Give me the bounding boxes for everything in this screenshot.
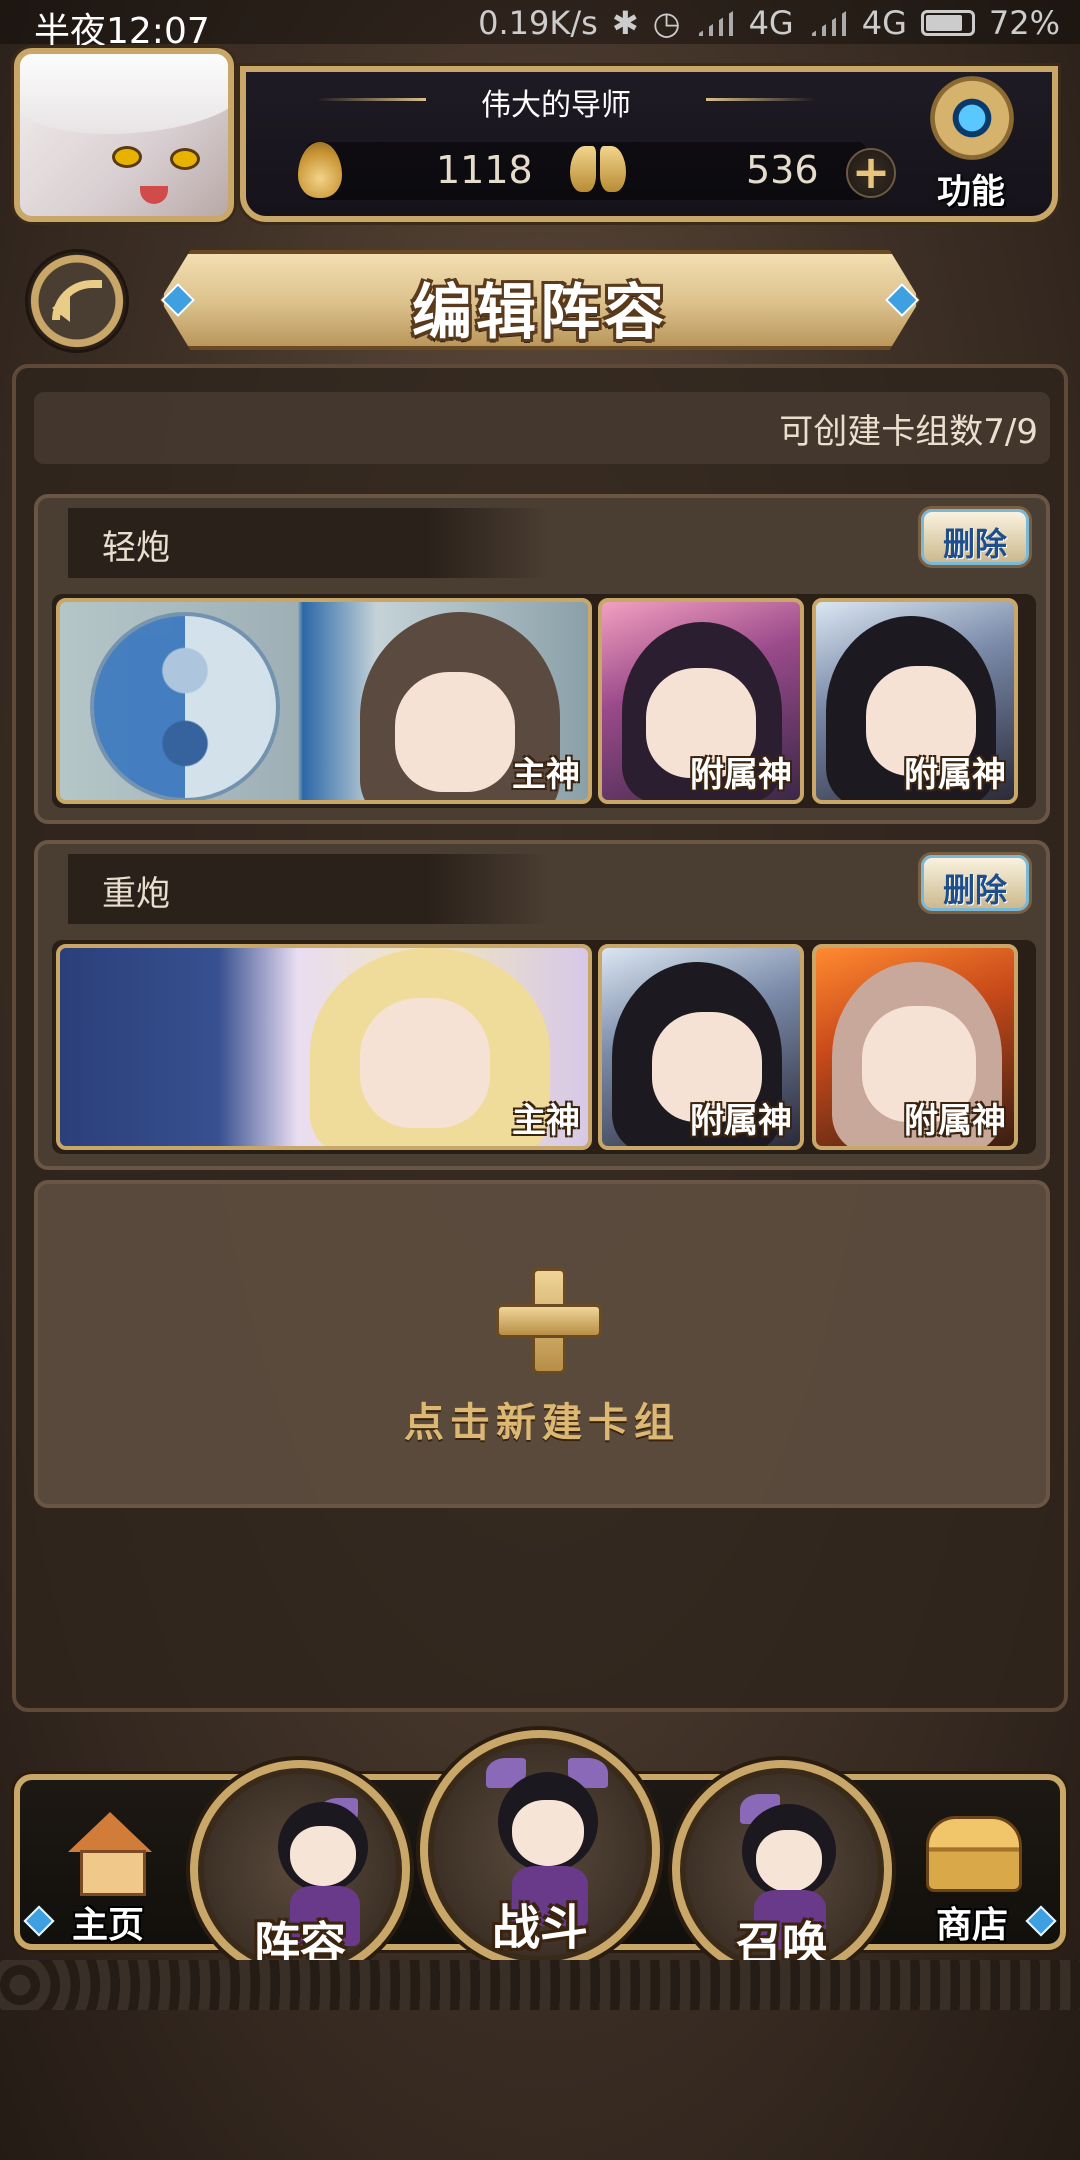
currency-1-value: 1118 xyxy=(436,148,533,192)
currency-2-value: 536 xyxy=(746,148,819,192)
sub-god-card[interactable]: 附属神 xyxy=(598,944,804,1150)
card-role: 附属神 xyxy=(904,755,1006,795)
character-face xyxy=(360,998,490,1128)
deck-name-tab: 轻炮 xyxy=(68,508,548,578)
deck-card[interactable]: 轻炮 删除 主神 附属神 附属神 xyxy=(34,494,1050,824)
plus-icon xyxy=(496,1268,602,1374)
network-type-2: 4G xyxy=(861,4,907,42)
alarm-icon: ◷ xyxy=(652,4,681,42)
nav-battle[interactable]: 战斗 xyxy=(420,1730,660,1970)
nav-home-label: 主页 xyxy=(71,1905,144,1946)
new-deck-label: 点击新建卡组 xyxy=(404,1400,680,1446)
player-avatar[interactable] xyxy=(14,48,234,222)
delete-deck-button[interactable]: 删除 xyxy=(918,506,1032,568)
delete-label: 删除 xyxy=(942,871,1007,909)
card-strip: 主神 附属神 附属神 xyxy=(52,594,1036,808)
status-bar: 半夜12:07 0.19K/s ✱ ◷ 4G 4G 72% xyxy=(0,0,1080,52)
signal-icon-2 xyxy=(807,10,848,36)
nav-shop-label: 商店 xyxy=(935,1905,1008,1946)
card-role: 附属神 xyxy=(904,1101,1006,1141)
add-currency-button[interactable]: + xyxy=(846,148,896,198)
avatar-eye xyxy=(170,148,200,170)
card-strip: 主神 附属神 附属神 xyxy=(52,940,1036,1154)
sub-god-card[interactable]: 附属神 xyxy=(812,598,1018,804)
back-arrow-icon xyxy=(52,280,102,320)
signal-icon xyxy=(694,10,735,36)
yin-yang-emblem xyxy=(90,612,280,800)
player-info-bar: 伟大的导师 1118 536 + 功能 xyxy=(240,66,1058,222)
status-time: 半夜12:07 xyxy=(34,11,210,52)
deck-card[interactable]: 重炮 删除 主神 附属神 附属神 xyxy=(34,840,1050,1170)
nav-battle-label: 战斗 xyxy=(491,1900,588,1956)
back-button[interactable] xyxy=(28,252,126,350)
shop-icon xyxy=(926,1816,1022,1892)
network-type-1: 4G xyxy=(748,4,794,42)
title-banner: 编辑阵容 xyxy=(140,250,940,350)
main-panel: 可创建卡组数7/9 轻炮 删除 主神 附属神 附属神 重炮 删除 主神 附属神 … xyxy=(12,364,1068,1712)
card-role: 附属神 xyxy=(690,755,792,795)
home-icon xyxy=(68,1812,152,1896)
avatar-mouth xyxy=(140,186,168,204)
sub-god-card[interactable]: 附属神 xyxy=(598,598,804,804)
bottom-decor-strip xyxy=(0,1960,1080,2010)
gear-icon xyxy=(924,70,1020,166)
status-indicators: 0.19K/s ✱ ◷ 4G 4G 72% xyxy=(478,4,1060,42)
delete-deck-button[interactable]: 删除 xyxy=(918,852,1032,914)
delete-label: 删除 xyxy=(942,525,1007,563)
function-label: 功能 xyxy=(937,172,1005,212)
avatar-eye xyxy=(112,146,142,168)
card-role: 主神 xyxy=(512,755,580,795)
nav-lineup[interactable]: 阵容 xyxy=(190,1760,410,1980)
bluetooth-icon: ✱ xyxy=(611,4,639,42)
deck-count: 可创建卡组数7/9 xyxy=(779,412,1038,452)
main-god-card[interactable]: 主神 xyxy=(56,944,592,1150)
new-deck-button[interactable]: 点击新建卡组 xyxy=(34,1180,1050,1508)
nav-home[interactable]: 主页 xyxy=(48,1812,168,1946)
sub-god-card[interactable]: 附属神 xyxy=(812,944,1018,1150)
function-button[interactable]: 功能 xyxy=(906,70,1036,218)
player-name: 伟大的导师 xyxy=(481,88,631,123)
character-face xyxy=(395,672,515,792)
card-role: 附属神 xyxy=(690,1101,792,1141)
battery-icon xyxy=(920,10,975,36)
deck-count-bar: 可创建卡组数7/9 xyxy=(34,392,1050,464)
butterfly-icon xyxy=(570,146,626,196)
currency-row: 1118 536 xyxy=(298,142,866,200)
deck-name: 轻炮 xyxy=(102,528,170,568)
game-screen: 半夜12:07 0.19K/s ✱ ◷ 4G 4G 72% 伟大的导师 1118… xyxy=(0,0,1080,2160)
deck-name-tab: 重炮 xyxy=(68,854,548,924)
nav-shop[interactable]: 商店 xyxy=(912,1812,1032,1946)
deck-name: 重炮 xyxy=(102,874,170,914)
main-god-card[interactable]: 主神 xyxy=(56,598,592,804)
card-role: 主神 xyxy=(512,1101,580,1141)
avatar-hair xyxy=(20,54,228,134)
chibi-face xyxy=(756,1830,822,1892)
chibi-face xyxy=(512,1800,584,1866)
chibi-face xyxy=(290,1826,356,1886)
nav-summon[interactable]: 召唤 xyxy=(672,1760,892,1980)
network-speed: 0.19K/s xyxy=(478,4,598,42)
battery-percent: 72% xyxy=(988,4,1060,42)
flame-icon xyxy=(298,142,342,198)
page-title: 编辑阵容 xyxy=(412,278,668,348)
